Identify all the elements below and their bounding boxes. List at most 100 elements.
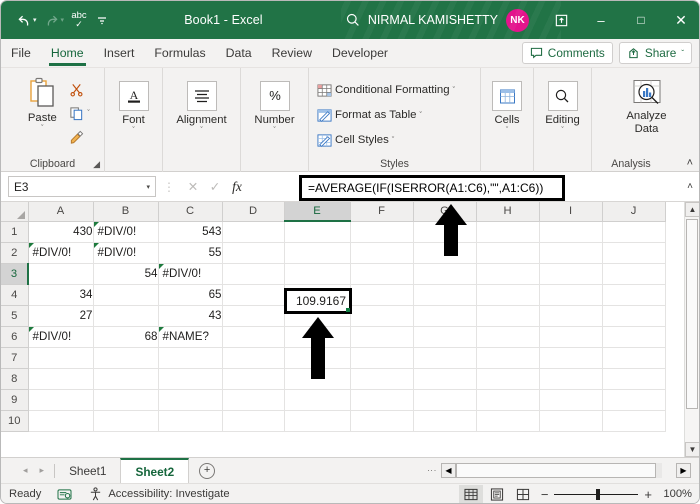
cells-caret-icon[interactable]: ˇ bbox=[506, 127, 508, 135]
horizontal-scrollbar[interactable]: ◀ ▶ bbox=[441, 463, 691, 479]
cell-a5[interactable]: 27 bbox=[28, 305, 94, 327]
macro-record-button[interactable] bbox=[49, 488, 80, 501]
cell-styles-button[interactable]: Cell Styles ˇ bbox=[317, 129, 455, 151]
avatar[interactable]: NK bbox=[506, 8, 529, 32]
cell-g6[interactable] bbox=[413, 326, 477, 348]
vertical-scrollbar[interactable]: ▲ ▼ bbox=[684, 202, 699, 457]
row-header-1[interactable]: 1 bbox=[1, 221, 29, 243]
normal-view-button[interactable] bbox=[458, 484, 483, 503]
number-button[interactable]: % Number ˇ bbox=[243, 73, 307, 135]
formula-highlight-box[interactable]: =AVERAGE(IF(ISERROR(A1:C6),"",A1:C6)) bbox=[299, 175, 565, 201]
scroll-left-button[interactable]: ◀ bbox=[441, 463, 456, 478]
format-as-table-caret-icon[interactable]: ˇ bbox=[419, 112, 421, 119]
tab-developer[interactable]: Developer bbox=[322, 40, 398, 67]
cell-j3[interactable] bbox=[602, 263, 666, 285]
format-as-table-button[interactable]: Format as Table ˇ bbox=[317, 104, 455, 126]
redo-button[interactable]: ▾ bbox=[41, 7, 68, 33]
share-caret-icon[interactable]: ˇ bbox=[681, 49, 684, 58]
cell-c3[interactable]: #DIV/0! bbox=[158, 263, 223, 285]
paste-caret-icon[interactable]: ˇ bbox=[41, 125, 43, 133]
cell-c2[interactable]: 55 bbox=[158, 242, 223, 264]
row-header-10[interactable]: 10 bbox=[1, 410, 29, 432]
format-painter-button[interactable] bbox=[69, 126, 89, 148]
cell-d8[interactable] bbox=[222, 368, 285, 390]
row-header-5[interactable]: 5 bbox=[1, 305, 29, 327]
cell-b7[interactable] bbox=[93, 347, 159, 369]
tab-insert[interactable]: Insert bbox=[94, 40, 145, 67]
scroll-down-button[interactable]: ▼ bbox=[685, 442, 699, 457]
cell-g9[interactable] bbox=[413, 389, 477, 411]
row-header-9[interactable]: 9 bbox=[1, 389, 29, 411]
cell-d9[interactable] bbox=[222, 389, 285, 411]
cell-c9[interactable] bbox=[158, 389, 223, 411]
insert-function-button[interactable]: fx bbox=[226, 179, 248, 195]
cell-e10[interactable] bbox=[284, 410, 351, 432]
conditional-formatting-caret-icon[interactable]: ˇ bbox=[453, 87, 455, 94]
cell-f2[interactable] bbox=[350, 242, 414, 264]
cell-a10[interactable] bbox=[28, 410, 94, 432]
search-button[interactable] bbox=[338, 12, 368, 28]
undo-caret[interactable]: ▾ bbox=[33, 17, 37, 24]
cell-i5[interactable] bbox=[539, 305, 603, 327]
cell-e2[interactable] bbox=[284, 242, 351, 264]
cell-h7[interactable] bbox=[476, 347, 540, 369]
cell-c4[interactable]: 65 bbox=[158, 284, 223, 306]
cell-h10[interactable] bbox=[476, 410, 540, 432]
horizontal-scroll-thumb[interactable] bbox=[456, 463, 656, 478]
cell-c8[interactable] bbox=[158, 368, 223, 390]
column-header-h[interactable]: H bbox=[476, 202, 540, 222]
cell-i8[interactable] bbox=[539, 368, 603, 390]
cell-j2[interactable] bbox=[602, 242, 666, 264]
spelling-button[interactable]: abc ✓ bbox=[68, 7, 90, 33]
page-layout-view-button[interactable] bbox=[485, 485, 509, 504]
zoom-slider[interactable] bbox=[554, 488, 639, 500]
name-box[interactable]: E3 ▾ bbox=[8, 176, 156, 197]
cell-c5[interactable]: 43 bbox=[158, 305, 223, 327]
cell-f8[interactable] bbox=[350, 368, 414, 390]
cell-i1[interactable] bbox=[539, 221, 603, 243]
cell-j10[interactable] bbox=[602, 410, 666, 432]
cell-h8[interactable] bbox=[476, 368, 540, 390]
sheet-nav-next-button[interactable]: ▸ bbox=[40, 465, 45, 476]
horizontal-scroll-track[interactable] bbox=[456, 463, 662, 478]
cell-g3[interactable] bbox=[413, 263, 477, 285]
cell-d5[interactable] bbox=[222, 305, 285, 327]
tab-review[interactable]: Review bbox=[262, 40, 322, 67]
select-all-button[interactable] bbox=[1, 202, 29, 222]
cell-j9[interactable] bbox=[602, 389, 666, 411]
tab-formulas[interactable]: Formulas bbox=[144, 40, 215, 67]
cell-a2[interactable]: #DIV/0! bbox=[28, 242, 94, 264]
tab-home[interactable]: Home bbox=[41, 40, 94, 67]
cell-d6[interactable] bbox=[222, 326, 285, 348]
cell-b1[interactable]: #DIV/0! bbox=[93, 221, 159, 243]
column-header-d[interactable]: D bbox=[222, 202, 285, 222]
cell-d10[interactable] bbox=[222, 410, 285, 432]
page-break-view-button[interactable] bbox=[511, 485, 535, 504]
cell-g8[interactable] bbox=[413, 368, 477, 390]
cell-j1[interactable] bbox=[602, 221, 666, 243]
cell-d4[interactable] bbox=[222, 284, 285, 306]
sheet-tab-sheet2[interactable]: Sheet2 bbox=[120, 458, 190, 483]
cell-e3[interactable] bbox=[284, 263, 351, 285]
cell-j8[interactable] bbox=[602, 368, 666, 390]
cell-g4[interactable] bbox=[413, 284, 477, 306]
cell-j7[interactable] bbox=[602, 347, 666, 369]
zoom-in-button[interactable]: + bbox=[644, 487, 652, 502]
editing-button[interactable]: Editing ˇ bbox=[535, 73, 590, 135]
alignment-button[interactable]: Alignment ˇ bbox=[165, 73, 239, 135]
scroll-up-button[interactable]: ▲ bbox=[685, 202, 699, 217]
undo-button[interactable]: ▾ bbox=[13, 7, 40, 33]
share-button[interactable]: Share ˇ bbox=[618, 42, 692, 64]
expand-formula-bar-button[interactable]: ˄ bbox=[679, 181, 699, 192]
cell-a7[interactable] bbox=[28, 347, 94, 369]
cell-h9[interactable] bbox=[476, 389, 540, 411]
cell-b9[interactable] bbox=[93, 389, 159, 411]
cell-h1[interactable] bbox=[476, 221, 540, 243]
vertical-scroll-thumb[interactable] bbox=[686, 219, 698, 409]
cell-b10[interactable] bbox=[93, 410, 159, 432]
paste-button[interactable]: Paste ˇ bbox=[15, 75, 69, 133]
cancel-formula-button[interactable]: ✕ bbox=[182, 179, 204, 194]
cell-a1[interactable]: 430 bbox=[28, 221, 94, 243]
copy-button[interactable]: ˇ bbox=[69, 102, 90, 124]
cell-f3[interactable] bbox=[350, 263, 414, 285]
